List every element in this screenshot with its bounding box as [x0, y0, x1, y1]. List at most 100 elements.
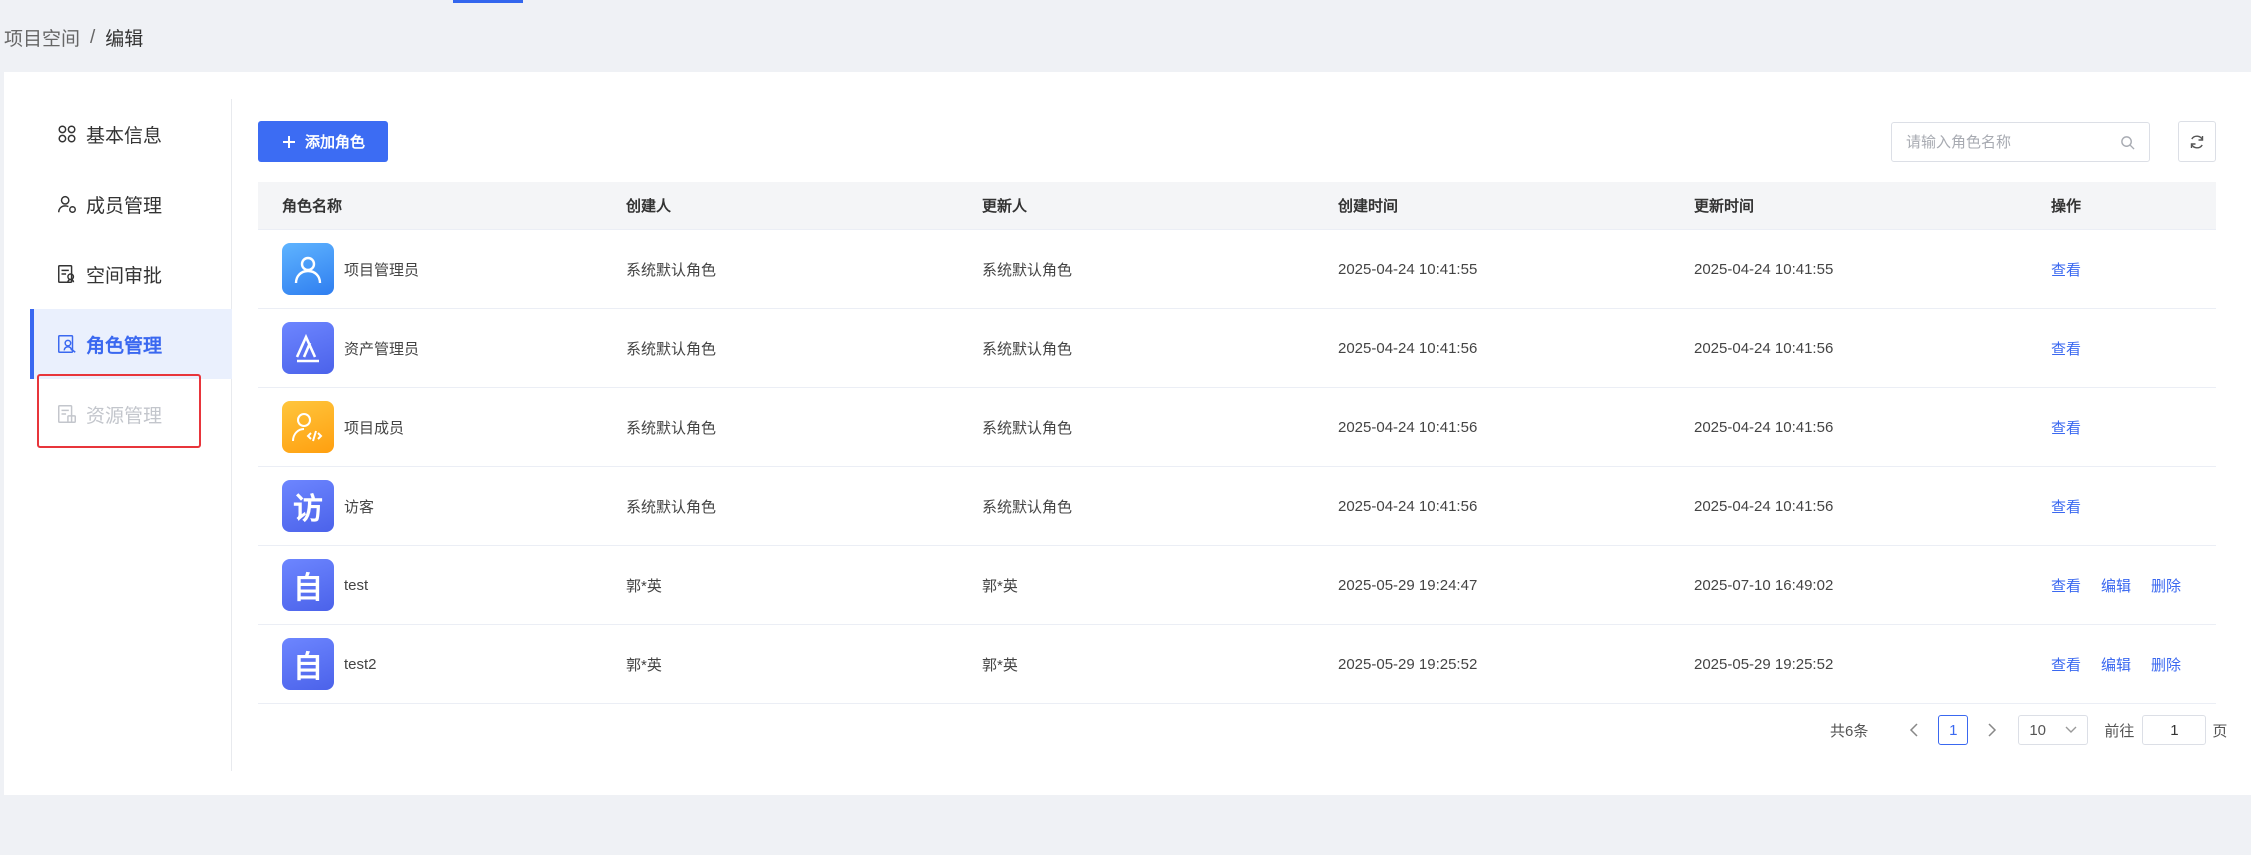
sidebar-item-label: 基本信息 [86, 125, 163, 147]
role-search-input[interactable] [1906, 133, 2120, 151]
view-link[interactable]: 查看 [2051, 496, 2081, 517]
column-header: 角色名称 [282, 198, 343, 215]
visitor-avatar: 访 [282, 480, 334, 532]
role-name: 资产管理员 [344, 340, 420, 358]
creator-cell: 郭*英 [626, 577, 662, 595]
sidebar-item-roles[interactable]: 角色管理 [30, 309, 232, 379]
created-time-cell: 2025-05-29 19:24:47 [1338, 576, 1478, 594]
developer-icon [282, 401, 334, 453]
custom-role-avatar: 自 [282, 559, 334, 611]
column-header: 创建时间 [1338, 198, 1399, 215]
view-link[interactable]: 查看 [2051, 259, 2081, 280]
updated-time-cell: 2025-04-24 10:41:56 [1694, 497, 1834, 515]
page-size-value: 10 [2029, 721, 2047, 739]
edit-link[interactable]: 编辑 [2101, 654, 2131, 675]
table-row: 项目管理员 系统默认角色 系统默认角色 2025-04-24 10:41:55 … [258, 230, 2216, 309]
view-link[interactable]: 查看 [2051, 338, 2081, 359]
view-link[interactable]: 查看 [2051, 417, 2081, 438]
table-row: 自 test 郭*英 郭*英 2025-05-29 19:24:47 2025-… [258, 546, 2216, 625]
column-header: 更新人 [982, 198, 1028, 215]
breadcrumb-parent[interactable]: 项目空间 [4, 24, 80, 51]
creator-cell: 系统默认角色 [626, 419, 717, 437]
table-row: 资产管理员 系统默认角色 系统默认角色 2025-04-24 10:41:56 … [258, 309, 2216, 388]
role-name: 项目成员 [344, 419, 405, 437]
role-search [1891, 122, 2150, 162]
page-number[interactable]: 1 [1938, 715, 1969, 745]
refresh-button[interactable] [2178, 121, 2216, 162]
user-settings-icon [58, 195, 76, 213]
table-row: 访 访客 系统默认角色 系统默认角色 2025-04-24 10:41:56 2… [258, 467, 2216, 546]
person-icon [282, 243, 334, 295]
sidebar-item-members[interactable]: 成员管理 [30, 169, 232, 239]
creator-cell: 系统默认角色 [626, 261, 717, 279]
breadcrumb-separator: / [90, 26, 96, 48]
delete-link[interactable]: 删除 [2151, 654, 2181, 675]
view-link[interactable]: 查看 [2051, 654, 2081, 675]
goto-label: 前往 [2104, 722, 2135, 740]
created-time-cell: 2025-04-24 10:41:56 [1338, 339, 1478, 357]
role-icon [58, 335, 76, 353]
delete-link[interactable]: 删除 [2151, 575, 2181, 596]
creator-cell: 郭*英 [626, 656, 662, 674]
asset-icon [282, 322, 334, 374]
add-role-button[interactable]: 添加角色 [258, 121, 388, 162]
chevron-down-icon [2065, 726, 2077, 733]
top-tab-indicator [453, 0, 523, 3]
table-header: 角色名称 创建人 更新人 创建时间 更新时间 操作 [258, 182, 2216, 230]
updated-time-cell: 2025-07-10 16:49:02 [1694, 576, 1834, 594]
role-name: 项目管理员 [344, 261, 420, 279]
resource-icon [58, 405, 76, 423]
updater-cell: 郭*英 [982, 577, 1018, 595]
custom-role-avatar: 自 [282, 638, 334, 690]
sidebar: 基本信息 成员管理 空间审批 角色管理 资源管理 [30, 99, 232, 771]
created-time-cell: 2025-04-24 10:41:55 [1338, 260, 1478, 278]
role-name: 访客 [344, 498, 375, 516]
created-time-cell: 2025-04-24 10:41:56 [1338, 497, 1478, 515]
next-page-icon[interactable] [1982, 723, 2002, 737]
edit-link[interactable]: 编辑 [2101, 575, 2131, 596]
plus-icon [282, 135, 295, 148]
content-card: 基本信息 成员管理 空间审批 角色管理 资源管理 添加角色 角色名称 [4, 72, 2251, 795]
goto-page-input[interactable] [2142, 715, 2207, 745]
column-header: 创建人 [626, 198, 672, 215]
total-count: 共6条 [1830, 722, 1869, 740]
creator-cell: 系统默认角色 [626, 498, 717, 516]
updated-time-cell: 2025-04-24 10:41:56 [1694, 339, 1834, 357]
sidebar-item-label: 空间审批 [86, 265, 163, 287]
pagination: 共6条 1 10 前往 页 [1830, 715, 2227, 745]
add-role-label: 添加角色 [304, 134, 365, 151]
sidebar-item-resources: 资源管理 [30, 379, 232, 449]
table-row: 自 test2 郭*英 郭*英 2025-05-29 19:25:52 2025… [258, 625, 2216, 704]
updater-cell: 郭*英 [982, 656, 1018, 674]
role-name: test2 [344, 655, 377, 673]
grid-icon [58, 125, 76, 143]
role-name: test [344, 576, 369, 594]
updater-cell: 系统默认角色 [982, 419, 1073, 437]
updater-cell: 系统默认角色 [982, 340, 1073, 358]
breadcrumb-current: 编辑 [105, 29, 144, 50]
created-time-cell: 2025-04-24 10:41:56 [1338, 418, 1478, 436]
sidebar-item-label: 资源管理 [86, 405, 163, 427]
sidebar-item-approval[interactable]: 空间审批 [30, 239, 232, 309]
updater-cell: 系统默认角色 [982, 261, 1073, 279]
prev-page-icon[interactable] [1904, 723, 1924, 737]
updater-cell: 系统默认角色 [982, 498, 1073, 516]
page-unit: 页 [2212, 722, 2228, 740]
sidebar-item-label: 成员管理 [86, 195, 163, 217]
roles-table: 角色名称 创建人 更新人 创建时间 更新时间 操作 项目管理员 系统默认角色 系… [258, 182, 2216, 704]
search-icon[interactable] [2120, 135, 2135, 150]
table-row: 项目成员 系统默认角色 系统默认角色 2025-04-24 10:41:56 2… [258, 388, 2216, 467]
column-header: 更新时间 [1694, 198, 1755, 215]
column-header: 操作 [2051, 198, 2082, 215]
sidebar-item-basic-info[interactable]: 基本信息 [30, 99, 232, 169]
page-size-select[interactable]: 10 [2018, 715, 2089, 745]
breadcrumb: 项目空间 / 编辑 [4, 24, 143, 51]
updated-time-cell: 2025-04-24 10:41:56 [1694, 418, 1834, 436]
approval-icon [58, 265, 75, 283]
updated-time-cell: 2025-05-29 19:25:52 [1694, 655, 1834, 673]
creator-cell: 系统默认角色 [626, 340, 717, 358]
view-link[interactable]: 查看 [2051, 575, 2081, 596]
created-time-cell: 2025-05-29 19:25:52 [1338, 655, 1478, 673]
updated-time-cell: 2025-04-24 10:41:55 [1694, 260, 1834, 278]
sidebar-item-label: 角色管理 [86, 335, 163, 357]
